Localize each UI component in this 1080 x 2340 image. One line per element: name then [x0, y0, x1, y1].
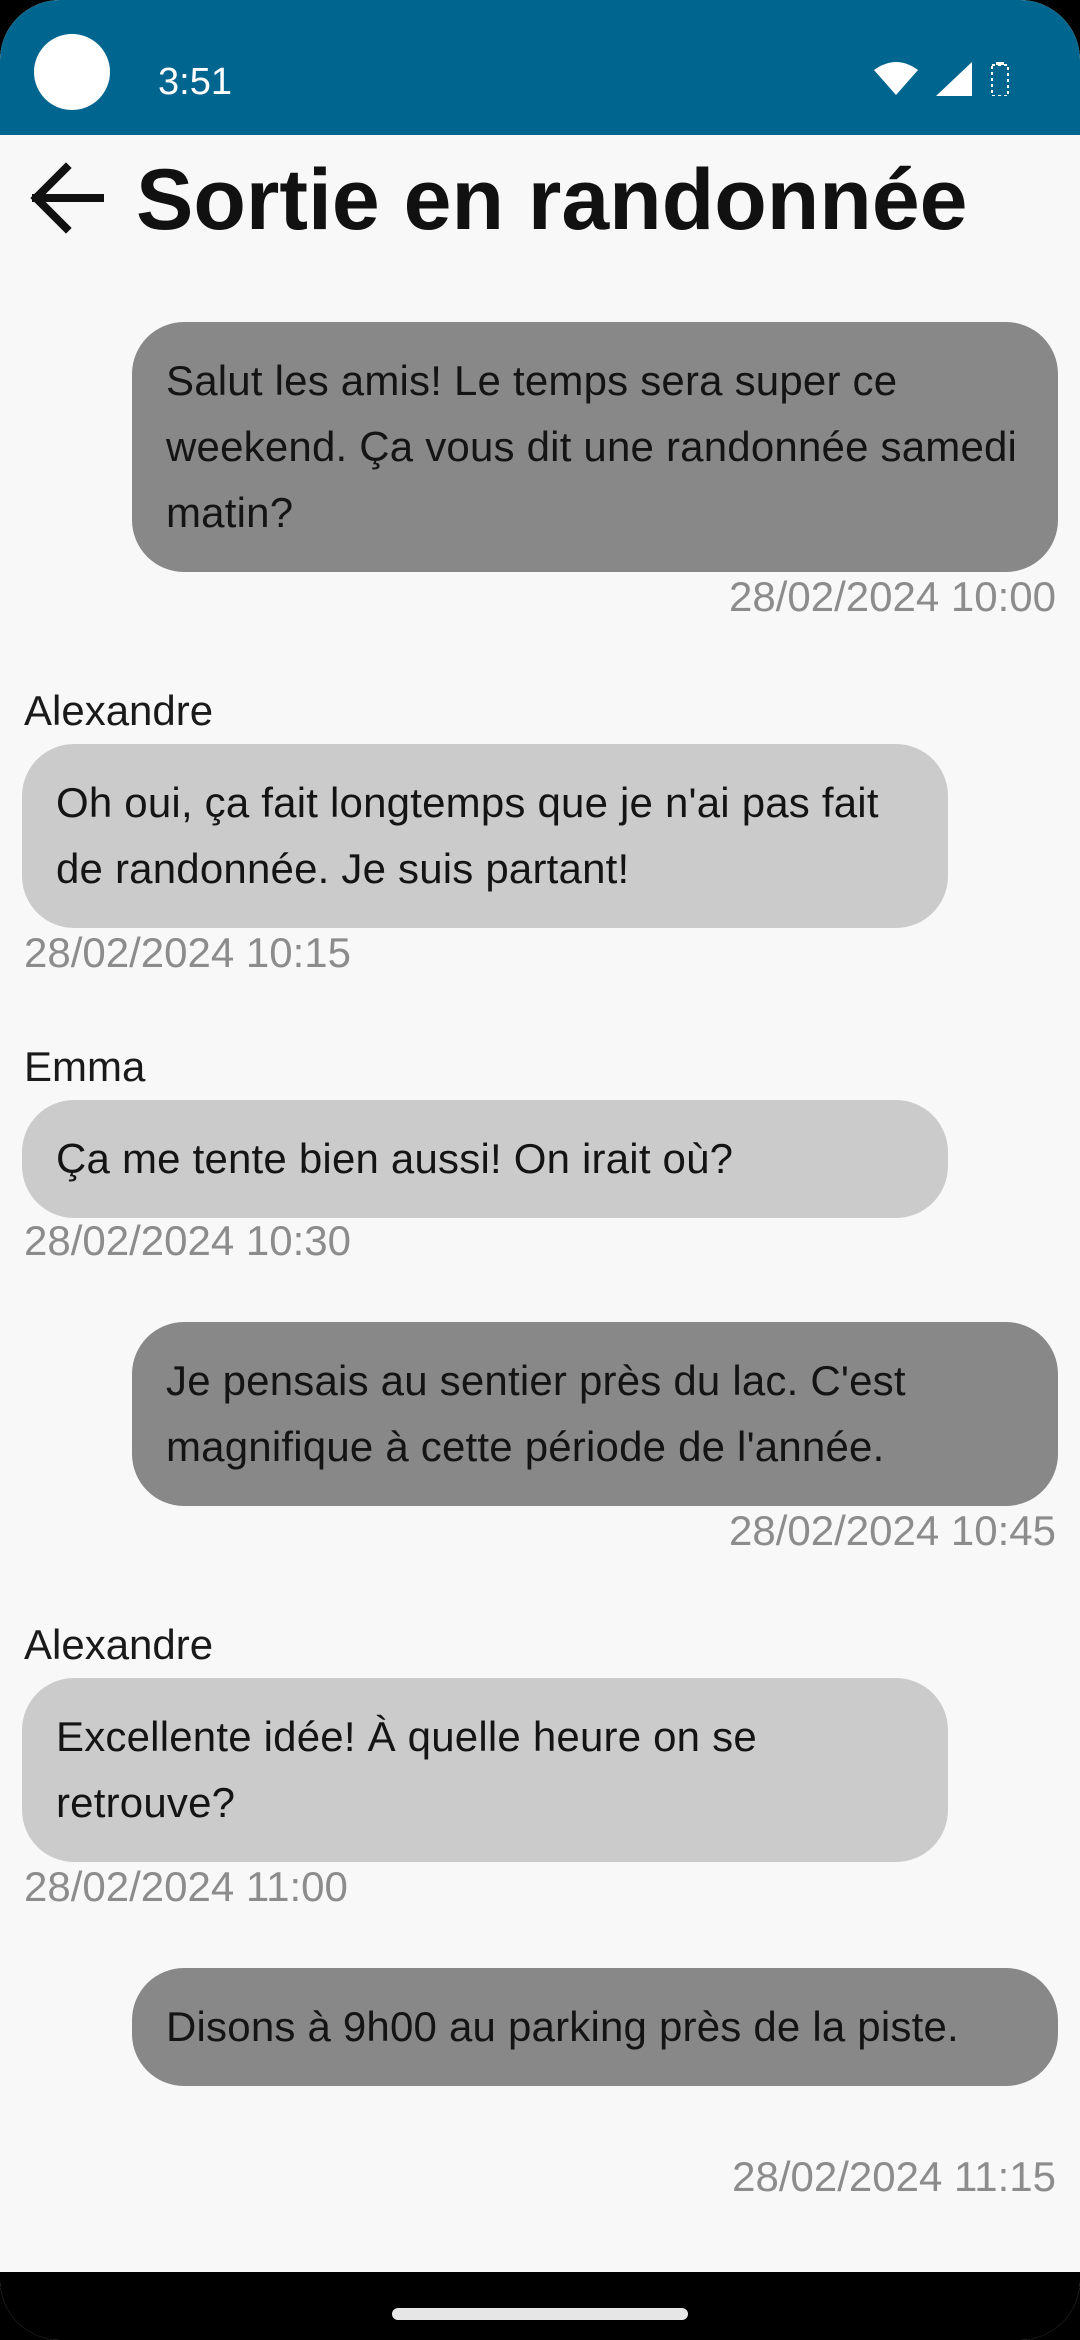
back-button[interactable]: [20, 152, 116, 248]
home-indicator[interactable]: [392, 2308, 688, 2320]
signal-icon: [936, 62, 972, 101]
message-sender: Emma: [24, 1043, 146, 1090]
app-bar: Sortie en randonnée: [0, 135, 1080, 265]
message-timestamp: 28/02/2024 10:00: [729, 573, 1056, 620]
page-title: Sortie en randonnée: [136, 152, 968, 248]
battery-icon: [990, 62, 1010, 101]
message-timestamp: 28/02/2024 10:15: [24, 929, 351, 976]
message-sender: Alexandre: [24, 687, 214, 734]
camera-cutout: [34, 34, 110, 110]
message-bubble-incoming[interactable]: Excellente idée! À quelle heure on se re…: [22, 1678, 948, 1862]
status-icons: [874, 62, 1010, 101]
navigation-bar: [0, 2272, 1080, 2340]
message-timestamp: 28/02/2024 11:00: [24, 1863, 348, 1910]
message-bubble-outgoing[interactable]: Je pensais au sentier près du lac. C'est…: [132, 1322, 1058, 1506]
message-sender: Alexandre: [24, 1621, 214, 1668]
message-timestamp: 28/02/2024 10:30: [24, 1217, 351, 1264]
status-bar: 3:51: [0, 0, 1080, 135]
message-bubble-outgoing[interactable]: Disons à 9h00 au parking près de la pist…: [132, 1968, 1058, 2086]
message-bubble-incoming[interactable]: Ça me tente bien aussi! On irait où?: [22, 1100, 948, 1218]
phone-screen: 3:51 Sortie en randonnée Salut les amis!…: [0, 0, 1080, 2340]
status-time: 3:51: [158, 61, 232, 103]
message-timestamp: 28/02/2024 11:15: [732, 2153, 1056, 2200]
message-bubble-incoming[interactable]: Oh oui, ça fait longtemps que je n'ai pa…: [22, 744, 948, 928]
message-bubble-outgoing[interactable]: Salut les amis! Le temps sera super ce w…: [132, 322, 1058, 572]
arrow-left-icon: [28, 158, 108, 243]
wifi-icon: [874, 62, 918, 101]
message-timestamp: 28/02/2024 10:45: [729, 1507, 1056, 1554]
